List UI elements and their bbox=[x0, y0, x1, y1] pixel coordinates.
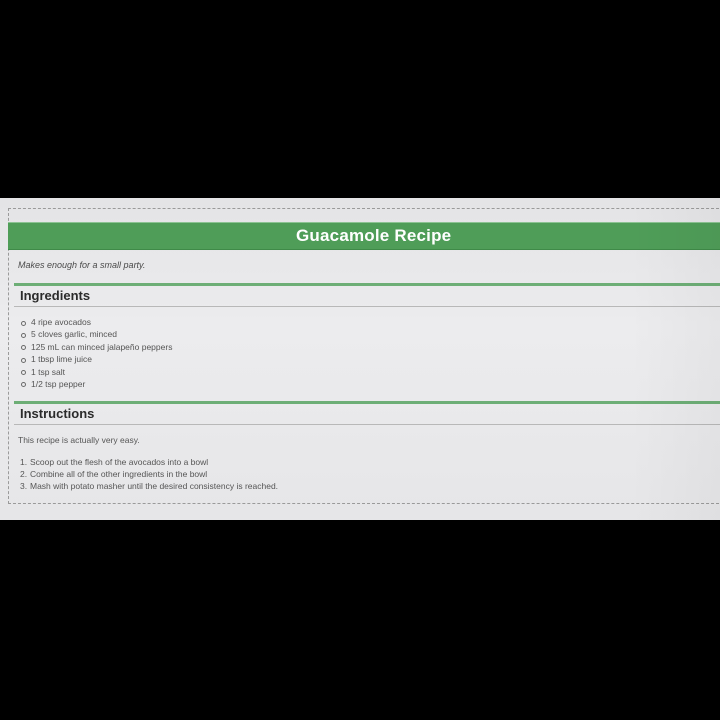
ingredient-item: 4 ripe avocados bbox=[20, 316, 172, 328]
step-text: Combine all of the other ingredients in … bbox=[30, 469, 208, 479]
step-text: Mash with potato masher until the desire… bbox=[30, 481, 279, 491]
ingredient-text: 1/2 tsp pepper bbox=[31, 378, 86, 389]
step-text: Scoop out the flesh of the avocados into… bbox=[30, 457, 209, 467]
ingredients-header: Ingredients bbox=[14, 283, 720, 307]
ingredient-item: 5 cloves garlic, minced bbox=[20, 328, 172, 340]
instructions-header: Instructions bbox=[14, 401, 720, 425]
ingredient-item: 1 tbsp lime juice bbox=[20, 353, 172, 365]
ingredient-item: 125 mL can minced jalapeño peppers bbox=[20, 341, 172, 353]
ingredient-text: 125 mL can minced jalapeño peppers bbox=[31, 341, 173, 352]
instructions-list: 1. Scoop out the flesh of the avocados in… bbox=[20, 456, 278, 492]
instruction-step: 1. Scoop out the flesh of the avocados in… bbox=[20, 456, 278, 468]
bullet-icon bbox=[21, 382, 26, 388]
bullet-icon bbox=[21, 320, 26, 326]
bullet-icon bbox=[21, 332, 26, 338]
page-title: Guacamole Recipe bbox=[296, 226, 452, 245]
ingredient-text: 5 cloves garlic, minced bbox=[31, 329, 117, 340]
title-bar: Guacamole Recipe bbox=[8, 222, 720, 250]
step-number: 1. bbox=[20, 457, 28, 467]
bullet-icon bbox=[21, 345, 26, 351]
ingredient-text: 4 ripe avocados bbox=[31, 317, 92, 327]
instructions-intro: This recipe is actually very easy. bbox=[18, 435, 140, 445]
ingredient-item: 1 tsp salt bbox=[20, 366, 172, 378]
bullet-icon bbox=[21, 357, 26, 363]
step-number: 3. bbox=[20, 481, 28, 491]
ingredients-list: 4 ripe avocados 5 cloves garlic, minced … bbox=[20, 316, 172, 390]
ingredient-text: 1 tsp salt bbox=[31, 366, 66, 377]
instruction-step: 3. Mash with potato masher until the desi… bbox=[20, 480, 278, 492]
ingredient-item: 1/2 tsp pepper bbox=[20, 378, 172, 390]
ingredients-heading: Ingredients bbox=[20, 288, 91, 303]
monitor-screen: Guacamole Recipe Makes enough for a smal… bbox=[0, 198, 720, 520]
instructions-heading: Instructions bbox=[20, 406, 95, 421]
serving-note: Makes enough for a small party. bbox=[18, 260, 146, 270]
bullet-icon bbox=[21, 370, 26, 376]
step-number: 2. bbox=[20, 469, 28, 479]
instruction-step: 2. Combine all of the other ingredients i… bbox=[20, 468, 278, 480]
ingredient-text: 1 tbsp lime juice bbox=[31, 354, 92, 365]
